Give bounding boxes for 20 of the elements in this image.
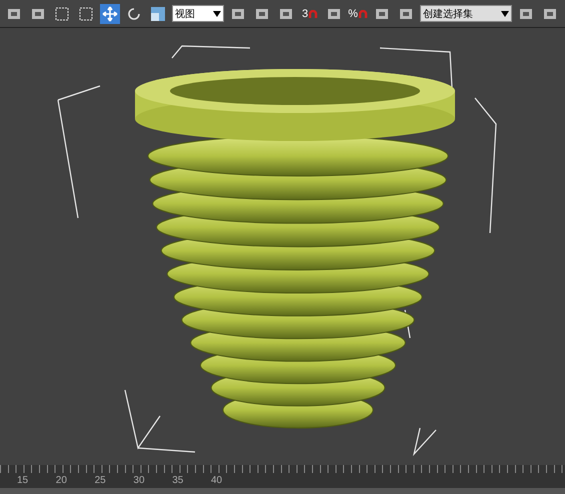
rotate-icon <box>126 6 142 22</box>
magnet-icon <box>308 10 318 18</box>
percent-snap-tool-button[interactable]: % <box>348 4 368 24</box>
timeline-tick-label: 30 <box>133 475 146 486</box>
timeline-tick-label: 35 <box>172 475 184 486</box>
timeline-tick-label: 40 <box>210 475 224 486</box>
caret-icon <box>213 10 221 16</box>
timeline-tick-label: 15 <box>17 475 30 486</box>
timeline-tick-label: 25 <box>94 475 107 486</box>
dashed-rectangle-icon <box>78 6 94 22</box>
magnet-icon <box>358 10 368 18</box>
move-arrows-icon <box>102 6 118 22</box>
dashed-rectangle-icon <box>54 6 70 22</box>
scale-icon <box>150 6 166 22</box>
snap-tool-button[interactable]: 3 <box>300 4 320 24</box>
move-tool-button[interactable] <box>100 4 120 24</box>
dropdown-field[interactable]: 创建选择集 <box>420 5 512 22</box>
caret-icon <box>501 10 509 16</box>
timeline-tick-label: 20 <box>56 475 68 486</box>
dropdown-field[interactable]: 视图 <box>172 5 224 22</box>
